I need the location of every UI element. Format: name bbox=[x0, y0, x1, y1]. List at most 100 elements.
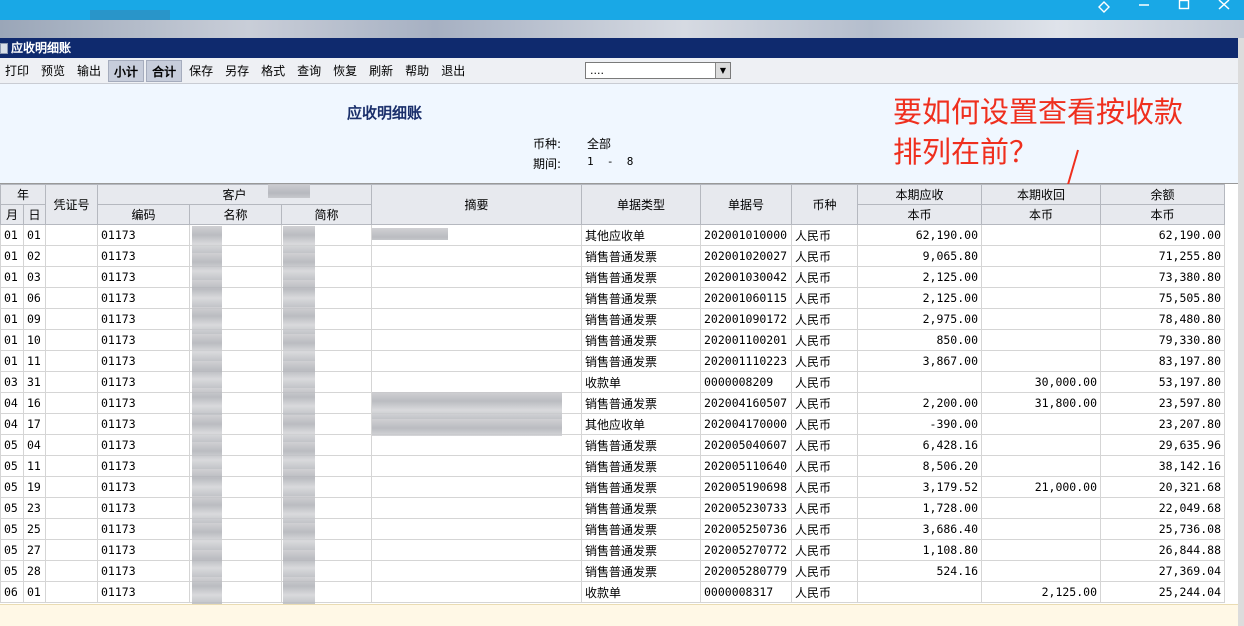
table-row[interactable]: 01 10 01173 销售普通发票 202001100201 人民币 850.00 79,3… bbox=[0, 329, 1225, 351]
receivable-cell: 2,125.00 bbox=[857, 266, 982, 288]
ledger-table: 年 凭证号 客户 摘要 单据类型 单据号 币种 本期应收 本期收回 余额 月 日… bbox=[0, 184, 1225, 603]
code-cell: 01173 bbox=[97, 497, 190, 519]
print-button[interactable]: 打印 bbox=[0, 60, 34, 82]
received-cell bbox=[981, 560, 1101, 582]
summary-cell bbox=[371, 434, 582, 456]
month-cell: 05 bbox=[0, 476, 24, 498]
day-cell: 23 bbox=[23, 497, 46, 519]
help-button[interactable]: 帮助 bbox=[400, 60, 434, 82]
received-cell: 30,000.00 bbox=[981, 371, 1101, 393]
table-row[interactable]: 06 01 01173 收款单 0000008317 人民币 2,125.00 25,244.… bbox=[0, 581, 1225, 603]
receivable-cell: 1,728.00 bbox=[857, 497, 982, 519]
currency-cell: 人民币 bbox=[791, 350, 858, 372]
balance-cell: 23,597.80 bbox=[1100, 392, 1225, 414]
currency-cell: 人民币 bbox=[791, 539, 858, 561]
receivable-cell: 6,428.16 bbox=[857, 434, 982, 456]
currency-cell: 人民币 bbox=[791, 308, 858, 330]
summary-cell bbox=[371, 350, 582, 372]
voucher-cell bbox=[45, 455, 98, 477]
preview-button[interactable]: 预览 bbox=[36, 60, 70, 82]
window-controls bbox=[1084, 0, 1244, 20]
day-cell: 01 bbox=[23, 581, 46, 603]
inner-window-title: 应收明细账 bbox=[11, 41, 72, 55]
table-row[interactable]: 05 11 01173 销售普通发票 202005110640 人民币 8,506.20 38… bbox=[0, 455, 1225, 477]
month-cell: 04 bbox=[0, 413, 24, 435]
voucher-cell bbox=[45, 392, 98, 414]
table-row[interactable]: 04 17 01173 其他应收单 202004170000 人民币 -390.00 23,2… bbox=[0, 413, 1225, 435]
code-cell: 01173 bbox=[97, 371, 190, 393]
day-cell: 03 bbox=[23, 266, 46, 288]
subtotal-button[interactable]: 小计 bbox=[108, 59, 145, 82]
doc-no-cell: 202005270772 bbox=[700, 539, 792, 561]
view-select[interactable]: .... ▼ bbox=[585, 62, 731, 79]
receivable-cell: 8,506.20 bbox=[857, 455, 982, 477]
doc-type-cell: 其他应收单 bbox=[581, 413, 701, 435]
pin-icon[interactable] bbox=[1084, 0, 1124, 20]
doc-type-cell: 销售普通发票 bbox=[581, 287, 701, 309]
voucher-cell bbox=[45, 560, 98, 582]
summary-cell bbox=[371, 266, 582, 288]
view-select-value: .... bbox=[590, 64, 604, 77]
minimize-icon[interactable] bbox=[1124, 0, 1164, 20]
code-cell: 01173 bbox=[97, 308, 190, 330]
export-button[interactable]: 输出 bbox=[72, 60, 106, 82]
period-label: 期间: bbox=[533, 157, 562, 171]
doc-type-cell: 销售普通发票 bbox=[581, 434, 701, 456]
status-bar bbox=[0, 604, 1238, 626]
table-row[interactable]: 04 16 01173 销售普通发票 202004160507 人民币 2,200.00 31… bbox=[0, 392, 1225, 414]
table-row[interactable]: 05 04 01173 销售普通发票 202005040607 人民币 6,428.16 29… bbox=[0, 434, 1225, 456]
restore-button[interactable]: 恢复 bbox=[328, 60, 362, 82]
doc-type-cell: 收款单 bbox=[581, 581, 701, 603]
doc-no-cell: 202005190698 bbox=[700, 476, 792, 498]
table-row[interactable]: 05 28 01173 销售普通发票 202005280779 人民币 524.16 27,3… bbox=[0, 560, 1225, 582]
table-row[interactable]: 01 02 01173 销售普通发票 202001020027 人民币 9,065.80 71… bbox=[0, 245, 1225, 267]
voucher-cell bbox=[45, 434, 98, 456]
receivable-cell: 3,867.00 bbox=[857, 350, 982, 372]
table-row[interactable]: 05 27 01173 销售普通发票 202005270772 人民币 1,108.80 26… bbox=[0, 539, 1225, 561]
close-icon[interactable] bbox=[1204, 0, 1244, 20]
currency-cell: 人民币 bbox=[791, 371, 858, 393]
received-cell: 2,125.00 bbox=[981, 581, 1101, 603]
table-row[interactable]: 05 25 01173 销售普通发票 202005250736 人民币 3,686.40 25… bbox=[0, 518, 1225, 540]
month-cell: 05 bbox=[0, 497, 24, 519]
table-row[interactable]: 01 09 01173 销售普通发票 202001090172 人民币 2,975.00 78… bbox=[0, 308, 1225, 330]
receivable-cell: 2,975.00 bbox=[857, 308, 982, 330]
doc-no-cell: 0000008209 bbox=[700, 371, 792, 393]
code-cell: 01173 bbox=[97, 392, 190, 414]
received-cell bbox=[981, 308, 1101, 330]
doc-no-cell: 0000008317 bbox=[700, 581, 792, 603]
refresh-button[interactable]: 刷新 bbox=[364, 60, 398, 82]
month-cell: 01 bbox=[0, 308, 24, 330]
voucher-cell bbox=[45, 329, 98, 351]
currency-cell: 人民币 bbox=[791, 329, 858, 351]
table-row[interactable]: 05 23 01173 销售普通发票 202005230733 人民币 1,728.00 22… bbox=[0, 497, 1225, 519]
format-button[interactable]: 格式 bbox=[256, 60, 290, 82]
save-as-button[interactable]: 另存 bbox=[220, 60, 254, 82]
summary-cell bbox=[371, 287, 582, 309]
doc-no-cell: 202001030042 bbox=[700, 266, 792, 288]
doc-type-cell: 销售普通发票 bbox=[581, 329, 701, 351]
day-cell: 10 bbox=[23, 329, 46, 351]
total-button[interactable]: 合计 bbox=[146, 59, 183, 82]
summary-cell bbox=[371, 329, 582, 351]
maximize-icon[interactable] bbox=[1164, 0, 1204, 20]
table-row[interactable]: 01 11 01173 销售普通发票 202001110223 人民币 3,867.00 83… bbox=[0, 350, 1225, 372]
table-row[interactable]: 01 01 01173 其他应收单 202001010000 人民币 62,190.00 62… bbox=[0, 224, 1225, 246]
day-cell: 19 bbox=[23, 476, 46, 498]
code-cell: 01173 bbox=[97, 287, 190, 309]
summary-cell bbox=[371, 560, 582, 582]
query-button[interactable]: 查询 bbox=[292, 60, 326, 82]
save-button[interactable]: 保存 bbox=[184, 60, 218, 82]
receivable-cell: 2,125.00 bbox=[857, 287, 982, 309]
table-row[interactable]: 01 06 01173 销售普通发票 202001060115 人民币 2,125.00 75… bbox=[0, 287, 1225, 309]
day-cell: 17 bbox=[23, 413, 46, 435]
table-row[interactable]: 05 19 01173 销售普通发票 202005190698 人民币 3,179.52 21… bbox=[0, 476, 1225, 498]
table-row[interactable]: 01 03 01173 销售普通发票 202001030042 人民币 2,125.00 73… bbox=[0, 266, 1225, 288]
day-cell: 31 bbox=[23, 371, 46, 393]
doc-no-cell: 202005110640 bbox=[700, 455, 792, 477]
currency-header: 币种 bbox=[791, 184, 858, 225]
code-cell: 01173 bbox=[97, 560, 190, 582]
exit-button[interactable]: 退出 bbox=[436, 60, 470, 82]
chevron-down-icon[interactable]: ▼ bbox=[715, 63, 730, 78]
table-row[interactable]: 03 31 01173 收款单 0000008209 人民币 30,000.00 53,197… bbox=[0, 371, 1225, 393]
